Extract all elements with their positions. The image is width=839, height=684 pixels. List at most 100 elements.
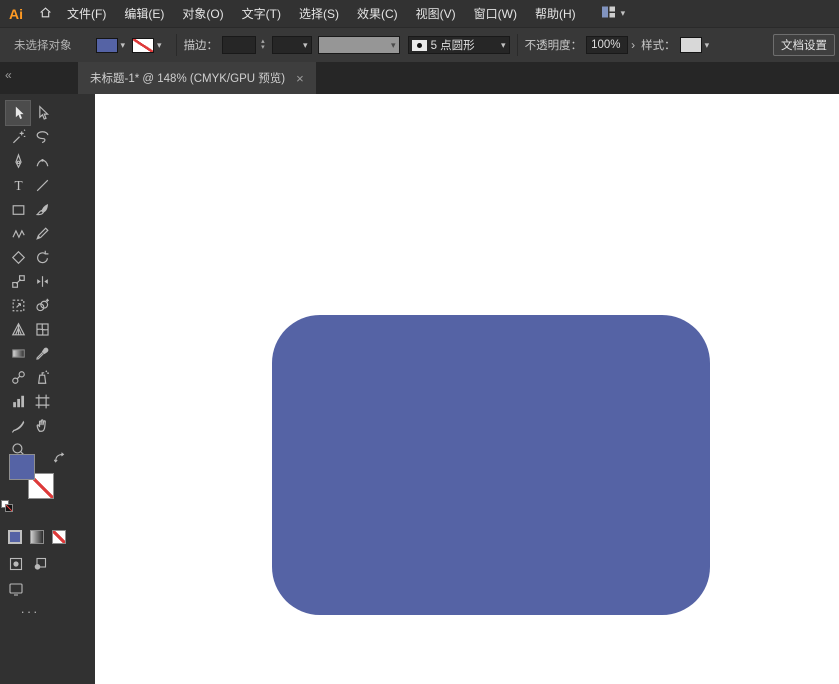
document-setup-button[interactable]: 文档设置 (773, 34, 835, 56)
width-profile-dropdown[interactable]: ▾ (318, 36, 400, 54)
column-graph-tool[interactable] (6, 389, 30, 413)
chevron-down-icon: ▾ (501, 40, 506, 51)
chevron-down-icon: ▾ (391, 40, 396, 51)
separator (176, 34, 177, 56)
opacity-label: 不透明度： (525, 37, 583, 53)
artboard-canvas[interactable] (95, 94, 839, 684)
menu-type[interactable]: 文字(T) (233, 0, 290, 28)
gradient-button[interactable] (30, 530, 44, 544)
free-transform-tool[interactable] (6, 293, 30, 317)
home-icon (38, 5, 53, 23)
menu-window[interactable]: 窗口(W) (465, 0, 526, 28)
tools-grid: T (6, 101, 54, 461)
menu-help[interactable]: 帮助(H) (526, 0, 585, 28)
none-button[interactable] (52, 530, 66, 544)
default-stroke-swatch (5, 504, 13, 512)
fill-color-picker[interactable]: ▾ (96, 38, 126, 53)
style-swatch (680, 37, 702, 53)
menu-edit[interactable]: 编辑(E) (115, 0, 173, 28)
rectangle-tool[interactable] (6, 197, 30, 221)
stroke-color-picker[interactable]: ▾ (132, 38, 162, 53)
pencil-tool[interactable] (30, 221, 54, 245)
artboard-tool[interactable] (30, 389, 54, 413)
edit-toolbar-button[interactable]: ··· (6, 604, 54, 619)
paintbrush-tool[interactable] (30, 197, 54, 221)
symbol-sprayer-tool[interactable] (30, 365, 54, 389)
brush-name: 5 点圆形 (431, 37, 501, 53)
default-fill-stroke-icon[interactable] (1, 500, 16, 515)
scale-tool[interactable] (6, 269, 30, 293)
blend-tool[interactable] (6, 365, 30, 389)
perspective-grid-tool[interactable] (6, 317, 30, 341)
document-tab[interactable]: 未标题-1* @ 148% (CMYK/GPU 预览) × (78, 62, 316, 94)
tools-panel: T (0, 94, 95, 684)
menu-select[interactable]: 选择(S) (290, 0, 348, 28)
shape-builder-tool[interactable] (30, 293, 54, 317)
workspace-icon (601, 5, 616, 22)
stroke-weight-field[interactable] (222, 36, 256, 54)
opacity-field[interactable]: 100% (586, 36, 628, 54)
draw-behind-icon[interactable] (32, 556, 48, 577)
drawing-mode-buttons (8, 556, 48, 577)
selection-tool[interactable] (6, 101, 30, 125)
swap-fill-stroke-icon[interactable] (54, 451, 66, 469)
selection-status: 未选择对象 (14, 37, 72, 53)
magic-wand-tool[interactable] (6, 125, 30, 149)
separator (517, 34, 518, 56)
menu-file[interactable]: 文件(F) (58, 0, 115, 28)
chevron-down-icon: ▾ (303, 40, 308, 51)
hand-tool[interactable] (30, 413, 54, 437)
brush-definition-dropdown[interactable]: 5 点圆形 ▾ (408, 36, 510, 54)
stroke-color-swatch[interactable] (132, 38, 154, 53)
type-tool[interactable]: T (6, 173, 30, 197)
fill-stroke-indicator (9, 454, 69, 512)
control-bar: 未选择对象 ▾ ▾ 描边： ▴ ▾ ▾ ▾ 5 点圆形 (0, 28, 839, 62)
chevron-down-icon: ▾ (621, 8, 626, 19)
document-tab-title: 未标题-1* @ 148% (CMYK/GPU 预览) (90, 70, 285, 86)
workspace-switcher[interactable]: ▾ (601, 5, 626, 22)
screen-mode-button[interactable] (8, 581, 24, 602)
menu-effect[interactable]: 效果(C) (348, 0, 407, 28)
width-tool[interactable] (30, 269, 54, 293)
curvature-tool[interactable] (30, 149, 54, 173)
chevron-down-icon: ▾ (157, 40, 162, 51)
menu-view[interactable]: 视图(V) (407, 0, 465, 28)
line-segment-tool[interactable] (30, 173, 54, 197)
chevron-down-icon: ▾ (705, 40, 710, 51)
app-logo: Ai (0, 6, 32, 22)
mesh-tool[interactable] (30, 317, 54, 341)
home-button[interactable] (32, 5, 58, 23)
rounded-rectangle-shape[interactable] (272, 315, 710, 615)
rotate-tool[interactable] (30, 245, 54, 269)
close-icon[interactable]: × (296, 71, 304, 86)
stroke-weight-stepper[interactable]: ▴ ▾ (222, 36, 265, 54)
panel-collapse-button[interactable]: « (5, 68, 12, 82)
illustrator-window: Ai 文件(F) 编辑(E) 对象(O) 文字(T) 选择(S) 效果(C) 视… (0, 0, 839, 684)
pen-tool[interactable] (6, 149, 30, 173)
stepper-arrows[interactable]: ▴ ▾ (261, 39, 265, 51)
chevron-down-icon: ▾ (121, 40, 126, 51)
stroke-weight-dropdown[interactable]: ▾ (272, 36, 312, 54)
brush-preview-icon (412, 40, 427, 51)
direct-selection-tool[interactable] (30, 101, 54, 125)
paint-mode-buttons (8, 530, 66, 544)
draw-normal-icon[interactable] (8, 556, 24, 577)
opacity-panel-button[interactable]: › (631, 38, 635, 52)
shaper-tool[interactable] (6, 221, 30, 245)
stroke-weight-label: 描边： (184, 37, 219, 53)
eraser-tool[interactable] (6, 245, 30, 269)
svg-text:T: T (14, 177, 22, 192)
fill-proxy[interactable] (9, 454, 35, 480)
eyedropper-tool[interactable] (30, 341, 54, 365)
menu-object[interactable]: 对象(O) (173, 0, 232, 28)
slice-tool[interactable] (6, 413, 30, 437)
style-label: 样式： (641, 37, 676, 53)
fill-color-swatch[interactable] (96, 38, 118, 53)
lasso-tool[interactable] (30, 125, 54, 149)
step-down-icon: ▾ (261, 45, 265, 51)
color-button[interactable] (8, 530, 22, 544)
style-dropdown[interactable]: ▾ (680, 37, 710, 53)
menu-bar: Ai 文件(F) 编辑(E) 对象(O) 文字(T) 选择(S) 效果(C) 视… (0, 0, 839, 28)
gradient-tool[interactable] (6, 341, 30, 365)
document-tab-bar: « 未标题-1* @ 148% (CMYK/GPU 预览) × (0, 62, 839, 94)
